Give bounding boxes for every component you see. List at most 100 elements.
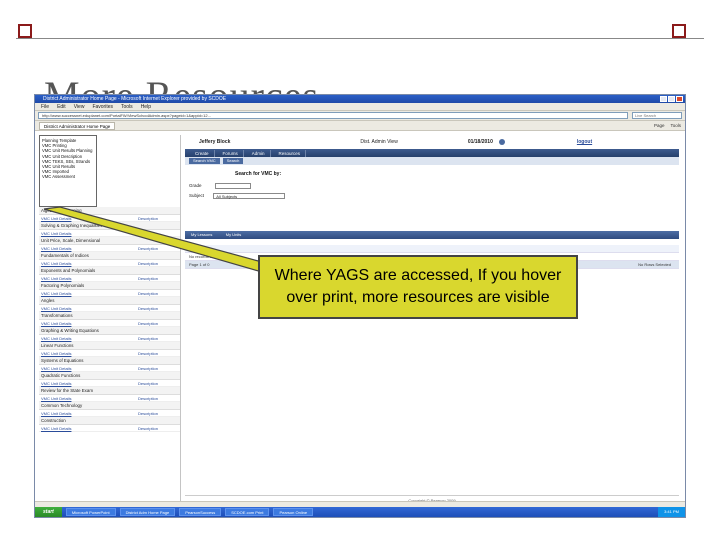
unit-details-link[interactable]: VMC Unit Details [41,425,71,431]
list-item: VMC Unit Details Description [39,215,180,222]
list-item-title: Linear Functions [39,342,180,350]
unit-details-link[interactable]: VMC Unit Details [41,410,71,416]
unit-details-link[interactable]: VMC Unit Details [41,215,71,221]
list-item: VMC Unit Details Description [39,260,180,267]
list-item: VMC Unit Details Description [39,335,180,342]
page-menu[interactable]: Page [654,123,665,128]
description-link[interactable]: Description [138,380,178,386]
menu-item-vmc-assessment[interactable]: VMC Assessment [42,174,94,179]
start-button[interactable]: start [35,507,62,517]
list-item-title: Construction [39,417,180,425]
list-item: VMC Unit Details Description [39,350,180,357]
nav-create[interactable]: Create [190,149,215,157]
taskbar-button[interactable]: District Adm Home Page [119,508,176,516]
taskbar-button[interactable]: Microsoft PowerPoint [65,508,116,516]
view-label: Dist. Admin View [360,139,398,145]
list-item-title: Algebraic Reasoning [39,207,180,215]
list-item: VMC Unit Details Description [39,365,180,372]
list-item-title: Unit Price, Scale, Dimensional [39,237,180,245]
description-link[interactable]: Description [138,260,178,266]
list-item: VMC Unit Details Description [39,305,180,312]
nav-admin[interactable]: Admin [247,149,271,157]
logout-link[interactable]: logout [577,139,592,145]
description-link[interactable]: Description [138,215,178,221]
description-link[interactable]: Description [138,320,178,326]
unit-details-link[interactable]: VMC Unit Details [41,245,71,251]
taskbar-button[interactable]: SCDOE.com Print [225,508,270,516]
unit-details-link[interactable]: VMC Unit Details [41,230,71,236]
maximize-icon[interactable] [668,96,675,102]
date-label: 01/18/2010 [467,139,493,145]
description-link[interactable]: Description [138,410,178,416]
unit-details-link[interactable]: VMC Unit Details [41,320,71,326]
menu-view[interactable]: View [74,103,85,110]
list-item-title: Exponents and Polynomials [39,267,180,275]
list-item: VMC Unit Details Description [39,380,180,387]
tab-bar: District Administrator Home Page Page To… [35,121,685,131]
menu-item-vmc-unit-results-planning[interactable]: VMC Unit Results Planning [42,148,94,153]
grid-title: Title [189,246,197,251]
unit-details-link[interactable]: VMC Unit Details [41,335,71,341]
description-link[interactable]: Description [138,335,178,341]
pager-right: No Rows Selected [638,262,671,267]
tab-search[interactable]: Search [222,158,244,164]
list-item-title: Graphing & Writing Equations [39,327,180,335]
subject-select[interactable]: All Subjects [213,193,286,199]
menu-favorites[interactable]: Favorites [92,103,113,110]
tab-search-vmc[interactable]: Search VMC [189,158,220,164]
unit-details-link[interactable]: VMC Unit Details [41,395,71,401]
grade-select[interactable] [214,183,251,189]
unit-details-link[interactable]: VMC Unit Details [41,380,71,386]
tools-menu[interactable]: Tools [670,123,681,128]
unit-details-link[interactable]: VMC Unit Details [41,275,71,281]
grid-empty: No records to display [189,254,227,259]
address-input[interactable]: http://www.successnet.eduplanet.com/Port… [38,112,628,119]
minimize-icon[interactable] [660,96,667,102]
description-link[interactable]: Description [138,290,178,296]
tab-district-admin[interactable]: District Administrator Home Page [39,121,116,130]
description-link[interactable]: Description [138,230,178,236]
tab-my-lessons[interactable]: My Lessons [185,231,218,239]
top-nav: Create Forums Admin Resources [185,149,679,157]
list-item-title: Transformations [39,312,180,320]
description-link[interactable]: Description [138,425,178,431]
window-title: District Administrator Home Page - Micro… [43,96,227,102]
left-panel: Algebraic Reasoning VMC Unit Details Desc… [39,135,181,505]
tab-my-units[interactable]: My Units [220,231,248,239]
window-titlebar: District Administrator Home Page - Micro… [35,95,685,103]
grid-header: My Lessons My Units [185,231,679,239]
nav-forums[interactable]: Forums [218,149,244,157]
search-heading: Search for VMC by: [235,171,282,177]
grid-title-row: Title [185,245,679,253]
list-item: VMC Unit Details Description [39,290,180,297]
header-bar: Jeffery Block Dist. Admin View 01/18/201… [185,135,679,149]
list-item-title: Factoring Polynomials [39,282,180,290]
menu-file[interactable]: File [41,103,49,110]
search-input[interactable]: Live Search [632,112,682,119]
unit-details-link[interactable]: VMC Unit Details [41,290,71,296]
unit-details-link[interactable]: VMC Unit Details [41,305,71,311]
calendar-icon[interactable] [498,139,505,145]
unit-details-link[interactable]: VMC Unit Details [41,260,71,266]
close-icon[interactable] [676,96,683,102]
description-link[interactable]: Description [138,275,178,281]
description-link[interactable]: Description [138,395,178,401]
menu-edit[interactable]: Edit [57,103,66,110]
list-item: VMC Unit Details Description [39,245,180,252]
nav-resources[interactable]: Resources [274,149,307,157]
menu-tools[interactable]: Tools [121,103,133,110]
sub-nav: Search VMC Search [185,157,679,165]
unit-details-link[interactable]: VMC Unit Details [41,365,71,371]
print-hover-menu: Planning Template VMC Printing VMC Unit … [39,135,97,207]
list-item: VMC Unit Details Description [39,275,180,282]
unit-details-link[interactable]: VMC Unit Details [41,350,71,356]
taskbar-button[interactable]: PearsonSuccess [179,508,222,516]
taskbar-button[interactable]: Pearson Online [273,508,314,516]
description-link[interactable]: Description [138,245,178,251]
menu-help[interactable]: Help [141,103,151,110]
description-link[interactable]: Description [138,365,178,371]
main-panel: Jeffery Block Dist. Admin View 01/18/201… [185,135,679,505]
list-item-title: Quadratic Functions [39,372,180,380]
description-link[interactable]: Description [138,305,178,311]
description-link[interactable]: Description [138,350,178,356]
